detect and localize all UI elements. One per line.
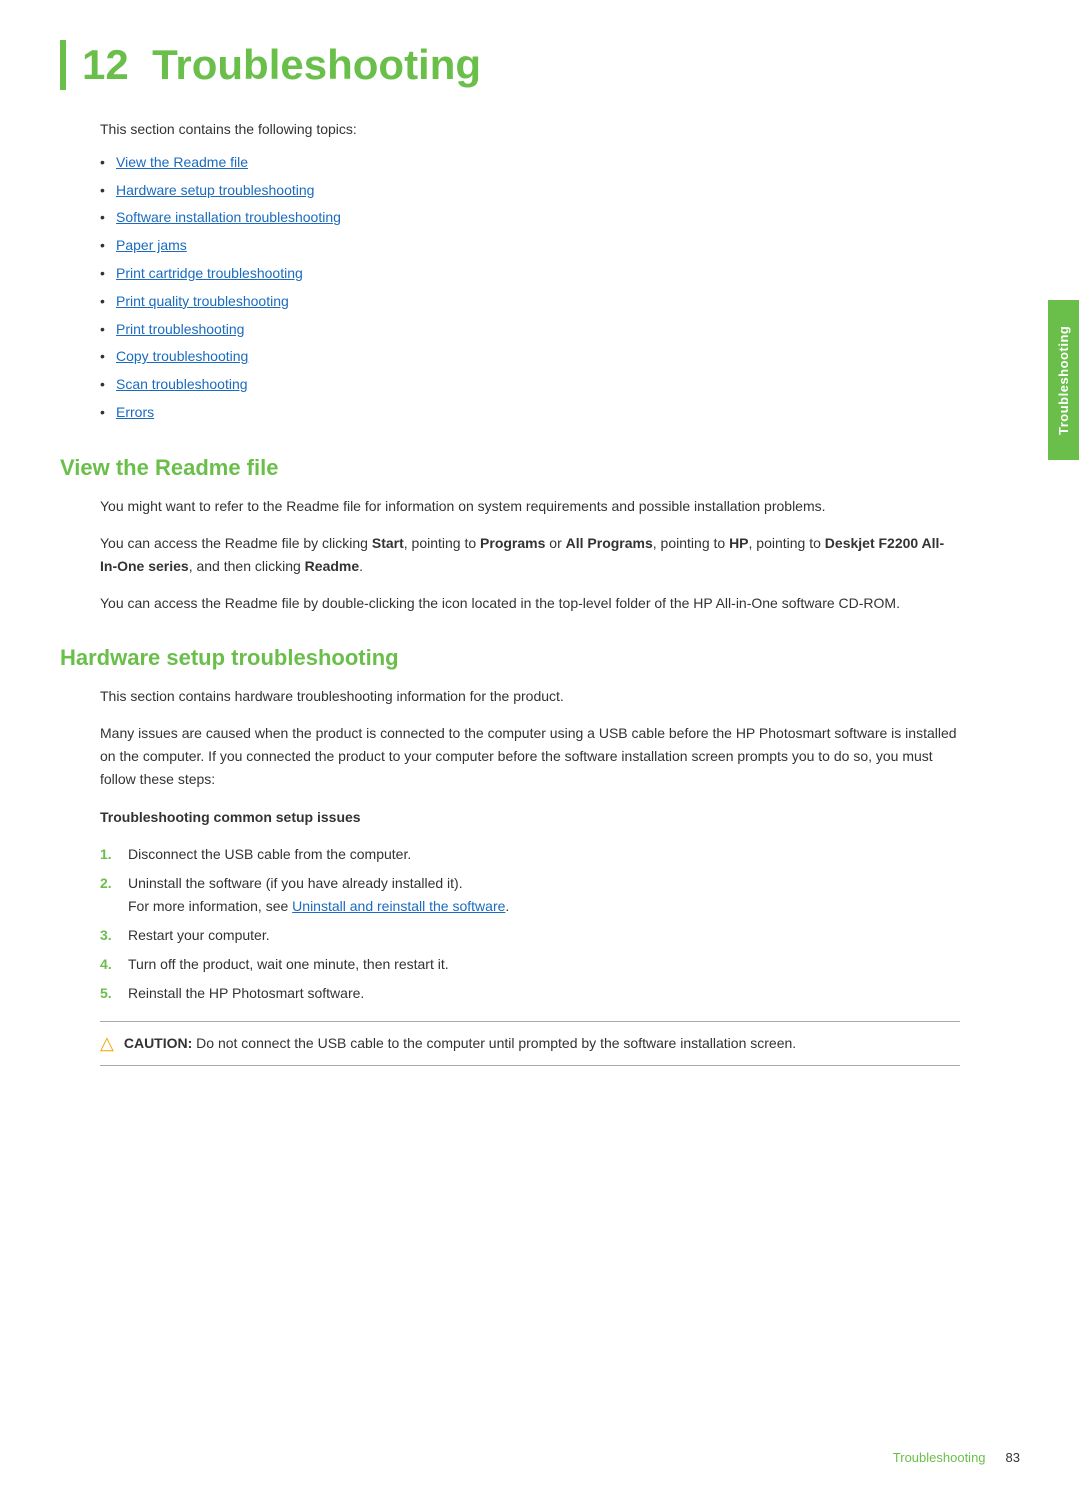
topic-link[interactable]: Software installation troubleshooting [116,209,341,225]
topic-item[interactable]: Copy troubleshooting [100,345,960,369]
footer: Troubleshooting 83 [893,1450,1020,1465]
step-item: 2.Uninstall the software (if you have al… [100,872,960,918]
section1-para2: You can access the Readme file by clicki… [100,532,960,578]
side-tab[interactable]: Troubleshooting [1048,300,1080,460]
step-number: 3. [100,924,124,947]
caution-icon: △ [100,1033,114,1054]
topic-item[interactable]: Print cartridge troubleshooting [100,262,960,286]
step-link[interactable]: Uninstall and reinstall the software [292,898,505,914]
section2-para1: This section contains hardware troublesh… [100,685,960,708]
section1-para3: You can access the Readme file by double… [100,592,960,615]
topic-link[interactable]: Scan troubleshooting [116,376,248,392]
topic-item[interactable]: Print quality troubleshooting [100,290,960,314]
footer-page: 83 [1006,1450,1020,1465]
topic-item[interactable]: Scan troubleshooting [100,373,960,397]
step-text: Disconnect the USB cable from the comput… [128,843,960,866]
side-tab-label: Troubleshooting [1056,325,1071,434]
caution-box: △ CAUTION: Do not connect the USB cable … [100,1021,960,1065]
step-item: 1.Disconnect the USB cable from the comp… [100,843,960,866]
step-text: Reinstall the HP Photosmart software. [128,982,960,1005]
topics-list: View the Readme file Hardware setup troub… [100,151,960,425]
step-number: 2. [100,872,124,918]
step-item: 4.Turn off the product, wait one minute,… [100,953,960,976]
step-text: Restart your computer. [128,924,960,947]
subsection-title: Troubleshooting common setup issues [100,806,960,829]
section1-heading: View the Readme file [60,455,960,481]
section2-content: This section contains hardware troublesh… [100,685,960,1065]
caution-text: CAUTION: Do not connect the USB cable to… [124,1032,796,1054]
footer-label: Troubleshooting [893,1450,986,1465]
step-item: 5.Reinstall the HP Photosmart software. [100,982,960,1005]
step-text: Uninstall the software (if you have alre… [128,872,960,918]
topic-item[interactable]: Paper jams [100,234,960,258]
topic-item[interactable]: Errors [100,401,960,425]
steps-list: 1.Disconnect the USB cable from the comp… [100,843,960,1006]
topic-link[interactable]: Print quality troubleshooting [116,293,289,309]
section1-para1: You might want to refer to the Readme fi… [100,495,960,518]
topic-link[interactable]: Copy troubleshooting [116,348,248,364]
step-number: 4. [100,953,124,976]
section2-heading: Hardware setup troubleshooting [60,645,960,671]
topic-link[interactable]: Hardware setup troubleshooting [116,182,314,198]
topic-link[interactable]: Paper jams [116,237,187,253]
topic-link[interactable]: Print cartridge troubleshooting [116,265,303,281]
step-number: 1. [100,843,124,866]
topic-link[interactable]: Errors [116,404,154,420]
step-text: Turn off the product, wait one minute, t… [128,953,960,976]
topic-link[interactable]: Print troubleshooting [116,321,244,337]
topic-item[interactable]: Software installation troubleshooting [100,206,960,230]
step-number: 5. [100,982,124,1005]
topic-item[interactable]: Hardware setup troubleshooting [100,179,960,203]
topic-item[interactable]: View the Readme file [100,151,960,175]
section2-para2: Many issues are caused when the product … [100,722,960,791]
step-item: 3.Restart your computer. [100,924,960,947]
section1-content: You might want to refer to the Readme fi… [100,495,960,615]
chapter-title: 12 Troubleshooting [60,40,960,90]
topic-item[interactable]: Print troubleshooting [100,318,960,342]
intro-text: This section contains the following topi… [100,118,960,140]
topic-link[interactable]: View the Readme file [116,154,248,170]
